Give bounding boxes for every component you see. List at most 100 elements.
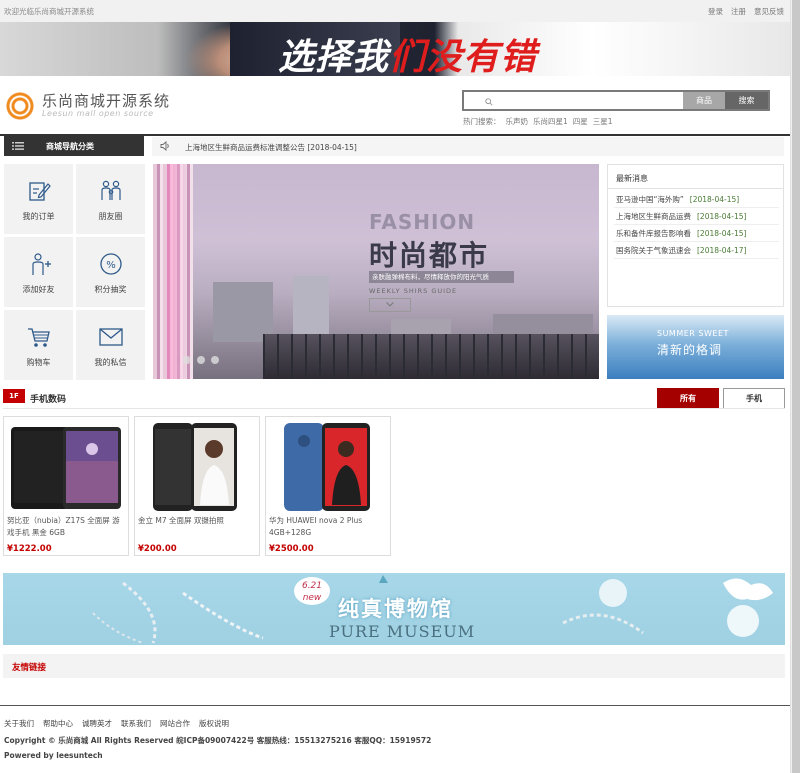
footer-link-jobs[interactable]: 诚聘英才 (82, 719, 112, 728)
welcome-text: 欢迎光临乐尚商城开源系统 (4, 7, 94, 16)
museum-badge: 6.21 new (294, 577, 330, 605)
quick-my-orders[interactable]: 我的订单 (4, 164, 73, 234)
friend-links-title: 友情链接 (12, 663, 47, 673)
notice-link[interactable]: 上海地区生鲜商品运费标准调整公告 [2018-04-15] (185, 142, 357, 153)
powered-by-text: Powered by leesuntech (4, 751, 103, 760)
search-button[interactable]: 搜索 (725, 92, 768, 109)
category-nav-button[interactable]: 商城导航分类 (4, 136, 144, 156)
register-link[interactable]: 注册 (731, 6, 746, 17)
news-item[interactable]: 国务院关于气象迅速会 [2018-04-17] (616, 245, 746, 256)
news-separator (614, 241, 779, 242)
slide-subtitle: WEEKLY SHIRS GUIDE (369, 287, 458, 295)
product-image (139, 421, 255, 513)
quick-add-friend[interactable]: 添加好友 (4, 237, 73, 307)
feedback-link[interactable]: 意见反馈 (754, 6, 784, 17)
points-lottery-icon: % (100, 253, 122, 275)
logo-subtitle: Leesun mall open source (42, 109, 154, 118)
museum-title-cn: 纯真博物馆 (338, 597, 453, 621)
logo-title[interactable]: 乐尚商城开源系统 (42, 90, 170, 111)
slide-railing (263, 334, 599, 379)
filter-all-tab[interactable]: 所有 (657, 388, 719, 409)
slide-caption: 亲肤融弹棉布料，尽情释放你的阳光气质 (369, 271, 514, 283)
filter-phone-tab[interactable]: 手机 (723, 388, 785, 409)
summer-banner-en: SUMMER SWEET (657, 329, 729, 338)
copyright-text: Copyright © 乐尚商城 All Rights Reserved 皖IC… (4, 736, 432, 745)
news-separator (614, 258, 779, 259)
add-friend-icon (32, 253, 51, 275)
product-price: ¥200.00 (138, 544, 177, 554)
footer-link-cooperation[interactable]: 网站合作 (160, 719, 190, 728)
speaker-icon (160, 141, 169, 151)
product-name: 华为 HUAWEI nova 2 Plus 4GB+128G (269, 516, 363, 537)
quick-friends-circle[interactable]: 朋友圈 (76, 164, 145, 234)
footer-divider (0, 705, 790, 706)
quick-cart[interactable]: 购物车 (4, 310, 73, 380)
scrollbar-thumb[interactable] (792, 0, 800, 773)
logo-icon[interactable] (4, 90, 36, 122)
slide-arrow-button[interactable] (369, 298, 411, 312)
scrollbar[interactable] (790, 0, 800, 773)
footer-link-copyright[interactable]: 版权说明 (199, 719, 229, 728)
top-ad-banner[interactable]: 选择我们没有错 (0, 22, 790, 76)
summer-sweet-banner[interactable]: SUMMER SWEET 清新的格调 (607, 315, 784, 379)
search-type-goods[interactable]: 商品 (683, 92, 725, 109)
news-separator (614, 207, 779, 208)
search-box: 商品 搜索 (462, 90, 770, 111)
hot-search-item[interactable]: 乐尚四星1 (533, 117, 568, 126)
news-separator (614, 224, 779, 225)
news-title: 最新消息 (616, 174, 648, 183)
museum-title-en: PURE MUSEUM (329, 622, 476, 641)
slide-title: 时尚都市 (369, 239, 490, 272)
hot-search-item[interactable]: 三星1 (593, 117, 613, 126)
quick-label: 添加好友 (22, 285, 55, 294)
quick-points-lottery[interactable]: % 积分抽奖 (76, 237, 145, 307)
product-name: 努比亚（nubia）Z17S 全面屏 游戏手机 黑金 6GB (7, 516, 120, 537)
slide-curtain-glow (167, 164, 187, 379)
hot-search-item[interactable]: 四星 (573, 117, 588, 126)
product-card[interactable]: 努比亚（nubia）Z17S 全面屏 游戏手机 黑金 6GB ¥1222.00 (3, 416, 129, 556)
banner-slogan: 选择我们没有错 (278, 36, 538, 76)
quick-label: 我的订单 (22, 212, 55, 221)
quick-label: 朋友圈 (98, 212, 123, 221)
mail-icon (99, 328, 123, 346)
floor-title: 手机数码 (30, 395, 67, 405)
product-image (270, 421, 386, 513)
product-price: ¥2500.00 (269, 544, 314, 554)
quick-label: 购物车 (26, 358, 51, 367)
footer-link-about[interactable]: 关于我们 (4, 719, 34, 728)
quick-private-messages[interactable]: 我的私信 (76, 310, 145, 380)
footer-link-help[interactable]: 帮助中心 (43, 719, 73, 728)
login-link[interactable]: 登录 (708, 6, 723, 17)
floor-divider (3, 408, 785, 409)
slider-dot[interactable] (211, 356, 219, 364)
search-input[interactable] (498, 94, 678, 109)
category-nav-label: 商城导航分类 (46, 142, 94, 151)
product-image (8, 421, 124, 513)
news-item[interactable]: 乐和备件库报告影响看 [2018-04-15] (616, 228, 746, 239)
order-edit-icon (29, 182, 51, 201)
product-price: ¥1222.00 (7, 544, 52, 554)
footer-links: 关于我们 帮助中心 诚聘英才 联系我们 网站合作 版权说明 (4, 718, 238, 729)
chevron-down-icon (386, 302, 394, 307)
product-card[interactable]: 华为 HUAWEI nova 2 Plus 4GB+128G ¥2500.00 (265, 416, 391, 556)
friends-icon (101, 180, 121, 200)
footer-link-contact[interactable]: 联系我们 (121, 719, 151, 728)
slider-dot[interactable] (183, 356, 191, 364)
product-card[interactable]: 金立 M7 全面屏 双摄拍照 ¥200.00 (134, 416, 260, 556)
floor-badge: 1F (3, 389, 25, 403)
top-bar (0, 0, 790, 22)
hot-search-label: 热门搜索： (463, 117, 501, 126)
svg-text:%: % (106, 260, 116, 271)
news-divider (608, 188, 783, 189)
news-item[interactable]: 上海地区生鲜商品运费 [2018-04-15] (616, 211, 746, 222)
search-icon (485, 98, 493, 106)
news-item[interactable]: 亚马逊中国“海外购” [2018-04-15] (616, 194, 739, 205)
slide-fashion-text: FASHION (369, 210, 476, 234)
slider-dot[interactable] (197, 356, 205, 364)
quick-label: 积分抽奖 (94, 285, 127, 294)
cart-icon (28, 328, 50, 347)
pure-museum-banner[interactable]: 6.21 new 纯真博物馆 PURE MUSEUM (3, 573, 785, 645)
main-slider[interactable]: FASHION 时尚都市 亲肤融弹棉布料，尽情释放你的阳光气质 WEEKLY S… (153, 164, 599, 379)
hot-search: 热门搜索： 乐声奶 乐尚四星1 四星 三星1 (463, 116, 618, 127)
hot-search-item[interactable]: 乐声奶 (506, 117, 529, 126)
